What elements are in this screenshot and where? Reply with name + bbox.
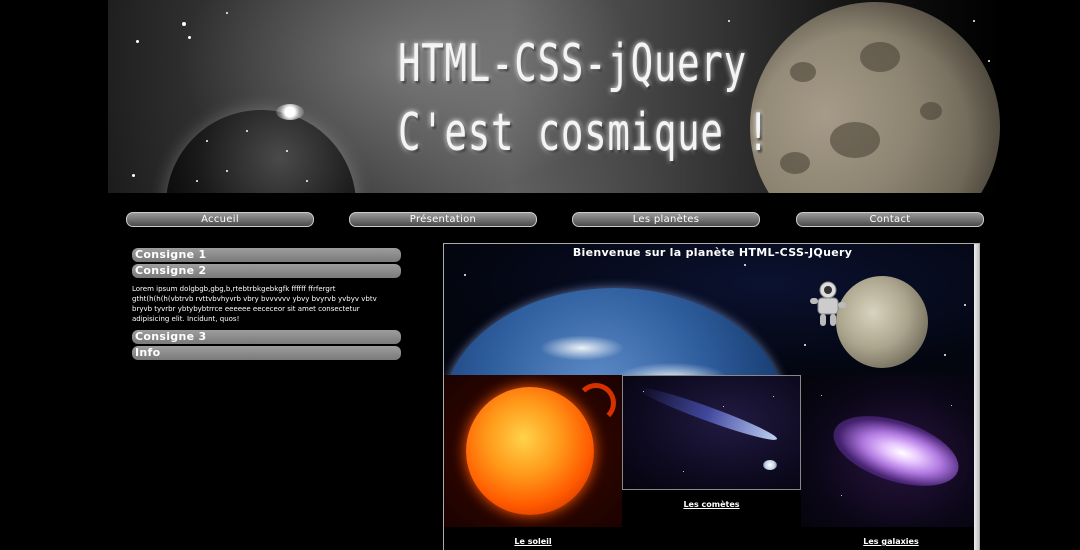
astronaut-icon [810,281,846,326]
consignes-accordion: Consigne 1 Consigne 2 Lorem ipsum dolgbg… [132,248,402,362]
header-banner: HTML-CSS-jQuery C'est cosmique ! [108,0,1002,193]
welcome-heading: Bienvenue sur la planète HTML-CSS-JQuery [572,246,853,259]
main-nav: Accueil Présentation Les planètes Contac… [0,212,1080,228]
nav-planetes-button[interactable]: Les planètes [572,212,760,227]
comets-link[interactable]: Les comètes [622,500,801,509]
nav-contact-button[interactable]: Contact [796,212,984,227]
sun-image[interactable] [444,375,622,527]
accordion-panel-consigne-2: Lorem ipsum dolgbgb,gbg,b,rtebtrbkgebkgf… [132,285,377,323]
earth-image [444,288,786,375]
comet-image[interactable] [622,375,801,490]
nav-presentation-button[interactable]: Présentation [349,212,537,227]
accordion-header-info[interactable]: Info [132,346,401,360]
galaxies-link[interactable]: Les galaxies [801,537,979,546]
nav-accueil-button[interactable]: Accueil [126,212,314,227]
accordion-header-consigne-3[interactable]: Consigne 3 [132,330,401,344]
light-flare [276,104,304,120]
site-title-line2: C'est cosmique ! [398,103,771,163]
galaxy-image[interactable] [801,375,979,527]
earth-moon-hero-image [444,244,979,375]
sun-link[interactable]: Le soleil [444,537,622,546]
moon-small-image [836,276,928,368]
accordion-header-consigne-2[interactable]: Consigne 2 [132,264,401,278]
main-content-panel: Bienvenue sur la planète HTML-CSS-JQuery… [443,243,980,550]
site-title-line1: HTML-CSS-jQuery [398,34,747,94]
accordion-header-consigne-1[interactable]: Consigne 1 [132,248,401,262]
